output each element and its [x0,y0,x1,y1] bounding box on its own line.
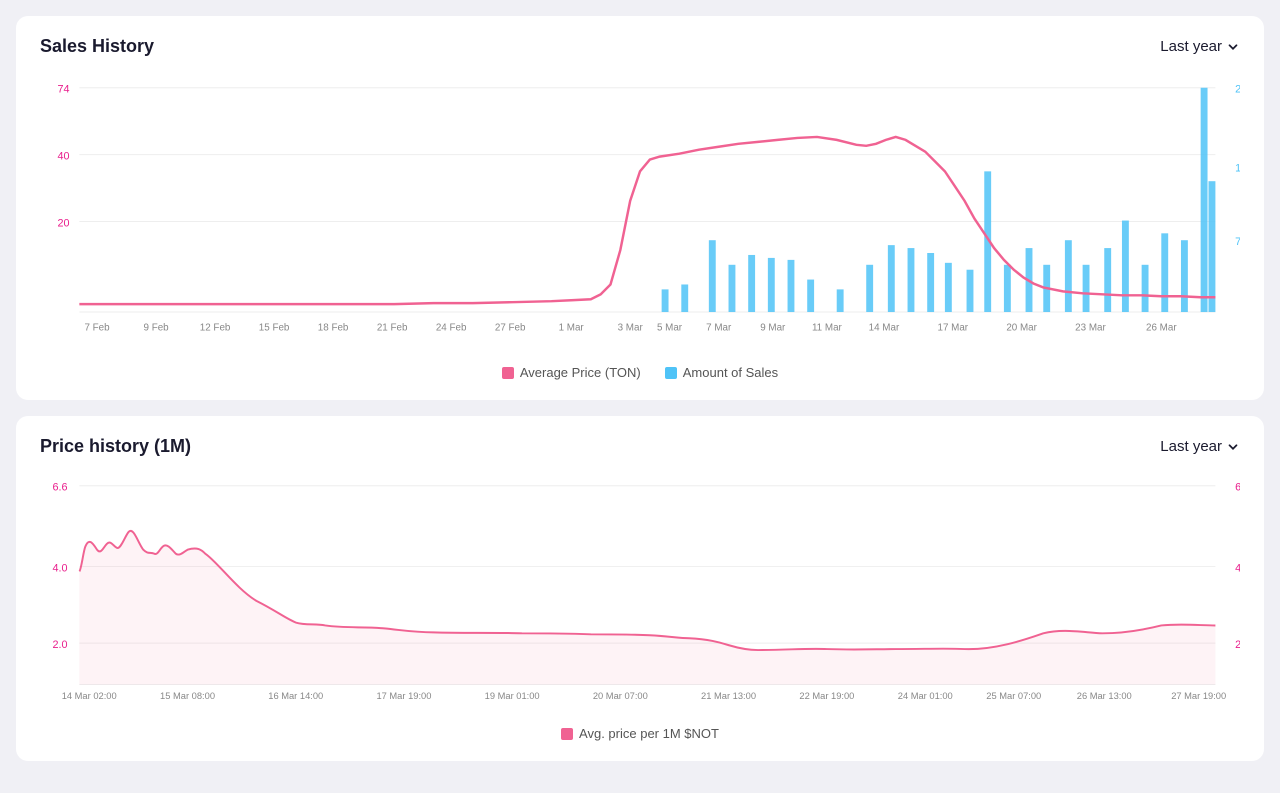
sales-history-period-selector[interactable]: Last year [1160,38,1240,55]
price-history-period-label: Last year [1160,438,1222,455]
svg-text:14000: 14000 [1235,162,1240,174]
svg-text:27 Feb: 27 Feb [495,323,526,334]
legend-amount-sales-dot [665,367,677,379]
sales-history-chart-container: 74 40 20 27602 14000 7000 [40,73,1240,353]
legend-avg-price: Average Price (TON) [502,365,641,380]
sales-history-header: Sales History Last year [40,36,1240,57]
svg-text:6.6: 6.6 [1235,482,1240,494]
legend-avg-price-dot [502,367,514,379]
svg-text:40: 40 [58,151,70,163]
svg-text:12 Feb: 12 Feb [200,323,231,334]
svg-text:14 Mar: 14 Mar [869,323,900,334]
svg-text:18 Feb: 18 Feb [318,323,349,334]
sales-history-chart: 74 40 20 27602 14000 7000 [40,73,1240,348]
svg-text:16 Mar 14:00: 16 Mar 14:00 [268,692,323,702]
svg-text:26 Mar 13:00: 26 Mar 13:00 [1077,692,1132,702]
legend-avg-price-1m: Avg. price per 1M $NOT [561,726,719,741]
sales-history-title: Sales History [40,36,154,57]
price-history-header: Price history (1M) Last year [40,436,1240,457]
chevron-down-icon-2 [1226,440,1240,454]
sales-history-legend: Average Price (TON) Amount of Sales [40,365,1240,380]
svg-text:20: 20 [58,217,70,229]
svg-text:7 Feb: 7 Feb [84,323,110,334]
svg-text:27602: 27602 [1235,84,1240,96]
svg-text:26 Mar: 26 Mar [1146,323,1177,334]
svg-text:9 Feb: 9 Feb [144,323,170,334]
svg-text:5 Mar: 5 Mar [657,323,683,334]
svg-text:2.0: 2.0 [53,639,68,651]
sales-history-card: Sales History Last year 74 40 20 27602 1… [16,16,1264,400]
svg-text:2.0: 2.0 [1235,639,1240,651]
legend-avg-price-label: Average Price (TON) [520,365,641,380]
svg-text:27 Mar 19:00: 27 Mar 19:00 [1171,692,1226,702]
price-history-legend: Avg. price per 1M $NOT [40,726,1240,741]
price-history-chart: 6.6 4.0 2.0 6.6 4.0 2.0 14 Mar 02:00 15 … [40,473,1240,709]
svg-text:11 Mar: 11 Mar [812,323,843,334]
price-history-card: Price history (1M) Last year 6.6 4.0 2.0… [16,416,1264,761]
svg-text:21 Mar 13:00: 21 Mar 13:00 [701,692,756,702]
svg-text:14 Mar 02:00: 14 Mar 02:00 [62,692,117,702]
price-history-chart-container: 6.6 4.0 2.0 6.6 4.0 2.0 14 Mar 02:00 15 … [40,473,1240,714]
svg-text:15 Feb: 15 Feb [259,323,290,334]
svg-text:1 Mar: 1 Mar [559,323,585,334]
svg-text:7 Mar: 7 Mar [706,323,732,334]
price-history-period-selector[interactable]: Last year [1160,438,1240,455]
svg-text:22 Mar 19:00: 22 Mar 19:00 [799,692,854,702]
legend-avg-price-1m-dot [561,728,573,740]
svg-text:3 Mar: 3 Mar [618,323,644,334]
price-history-title: Price history (1M) [40,436,191,457]
svg-text:7000: 7000 [1235,236,1240,248]
svg-text:4.0: 4.0 [1235,563,1240,575]
svg-text:74: 74 [58,84,70,96]
svg-text:20 Mar: 20 Mar [1006,323,1037,334]
svg-text:24 Feb: 24 Feb [436,323,467,334]
legend-amount-sales-label: Amount of Sales [683,365,778,380]
sales-history-period-label: Last year [1160,38,1222,55]
svg-text:4.0: 4.0 [53,563,68,575]
svg-text:20 Mar 07:00: 20 Mar 07:00 [593,692,648,702]
svg-text:25 Mar 07:00: 25 Mar 07:00 [986,692,1041,702]
svg-text:19 Mar 01:00: 19 Mar 01:00 [485,692,540,702]
chevron-down-icon [1226,40,1240,54]
svg-text:21 Feb: 21 Feb [377,323,408,334]
legend-avg-price-1m-label: Avg. price per 1M $NOT [579,726,719,741]
svg-text:24 Mar 01:00: 24 Mar 01:00 [898,692,953,702]
svg-text:9 Mar: 9 Mar [760,323,786,334]
svg-text:23 Mar: 23 Mar [1075,323,1106,334]
svg-text:17 Mar: 17 Mar [937,323,968,334]
svg-text:15 Mar 08:00: 15 Mar 08:00 [160,692,215,702]
legend-amount-sales: Amount of Sales [665,365,778,380]
svg-text:17 Mar 19:00: 17 Mar 19:00 [376,692,431,702]
svg-text:6.6: 6.6 [53,482,68,494]
